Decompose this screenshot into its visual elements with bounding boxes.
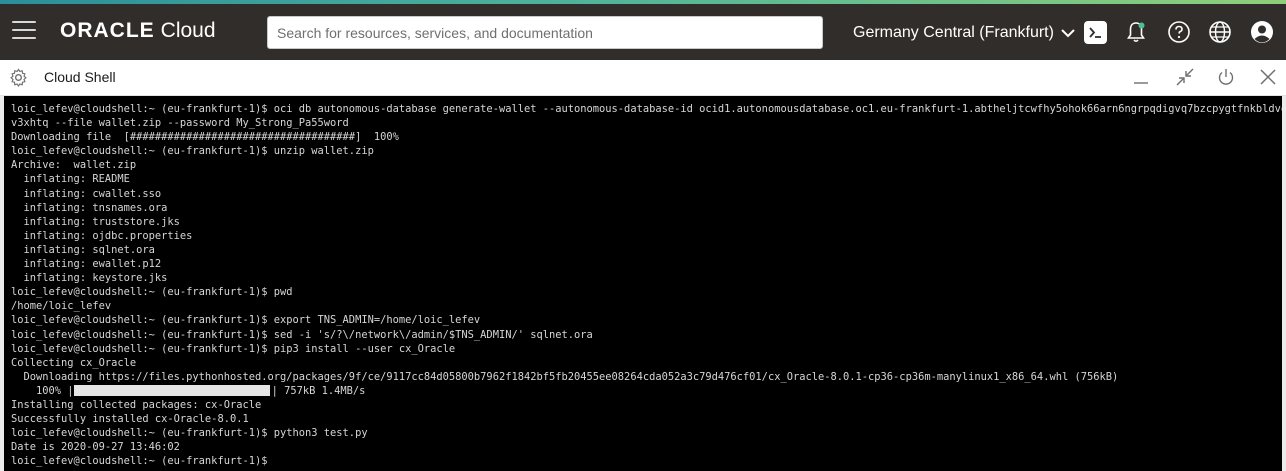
terminal-line: loic_lefev@cloudshell:~ (eu-frankfurt-1)… [11,286,293,299]
region-selector[interactable]: Germany Central (Frankfurt) [853,22,1076,44]
terminal-line: inflating: sqlnet.ora [11,243,155,256]
terminal-prompt-line: loic_lefev@cloudshell:~ (eu-frankfurt-1)… [11,454,1282,468]
terminal-line: Date is 2020-09-27 13:46:02 [11,441,180,454]
terminal-line: loic_lefev@cloudshell:~ (eu-frankfurt-1)… [11,103,1286,115]
cloud-shell-icon[interactable] [1084,21,1107,44]
help-icon[interactable] [1167,20,1191,44]
terminal-line: /home/loic_lefev [11,300,112,313]
terminal-line: Downloading https://files.pythonhosted.o… [11,370,1119,383]
logo-brand: ORACLE [60,19,155,42]
terminal-line: Successfully installed cx-Oracle-8.0.1 [11,413,249,426]
region-label: Germany Central (Frankfurt) [853,24,1054,41]
terminal-line: Collecting cx_Oracle [11,356,137,369]
menu-icon[interactable] [12,21,36,43]
terminal-line: loic_lefev@cloudshell:~ (eu-frankfurt-1)… [11,145,374,158]
terminal-line: inflating: ewallet.p12 [11,258,162,271]
terminal-line: Installing collected packages: cx-Oracle [11,398,262,411]
terminal-line: inflating: tnsnames.ora [11,201,168,214]
terminal-line: inflating: README [11,173,130,186]
download-progress-line: 100% | | 757kB 1.4MB/s [11,384,1282,398]
cloud-shell-header: Cloud Shell [0,60,1286,96]
cloud-shell-title: Cloud Shell [44,69,116,85]
oracle-cloud-logo[interactable]: ORACLE Cloud [60,19,216,47]
terminal[interactable]: loic_lefev@cloudshell:~ (eu-frankfurt-1)… [0,96,1286,471]
terminal-prompt: loic_lefev@cloudshell:~ (eu-frankfurt-1)… [11,455,268,468]
top-navigation-bar: ORACLE Cloud Germany Central (Frankfurt) [0,4,1286,60]
minimize-icon[interactable] [1131,67,1151,87]
terminal-line: loic_lefev@cloudshell:~ (eu-frankfurt-1)… [11,342,456,355]
terminal-line: loic_lefev@cloudshell:~ (eu-frankfurt-1)… [11,314,481,327]
terminal-line: inflating: keystore.jks [11,272,168,285]
restore-icon[interactable] [1175,67,1195,87]
progress-prefix: 100% | [11,384,74,397]
bell-icon[interactable] [1124,20,1148,44]
terminal-line: loic_lefev@cloudshell:~ (eu-frankfurt-1)… [11,328,593,341]
globe-icon[interactable] [1208,20,1232,44]
terminal-line: v3xhtq --file wallet.zip --password My_S… [11,117,349,130]
user-icon[interactable] [1250,20,1274,44]
download-progress-bar [73,385,270,397]
terminal-line: inflating: ojdbc.properties [11,229,193,242]
terminal-line: Archive: wallet.zip [11,159,137,172]
terminal-line: inflating: truststore.jks [11,215,180,228]
power-icon[interactable] [1216,67,1236,87]
gear-icon[interactable] [9,68,28,87]
terminal-line: Downloading file [######################… [11,131,399,144]
terminal-line: loic_lefev@cloudshell:~ (eu-frankfurt-1)… [11,427,368,440]
logo-product: Cloud [160,19,216,42]
search-input[interactable] [267,16,823,49]
progress-suffix: | 757kB 1.4MB/s [271,384,366,397]
close-icon[interactable] [1258,67,1278,87]
chevron-down-icon [1061,29,1075,38]
terminal-line: inflating: cwallet.sso [11,187,162,200]
